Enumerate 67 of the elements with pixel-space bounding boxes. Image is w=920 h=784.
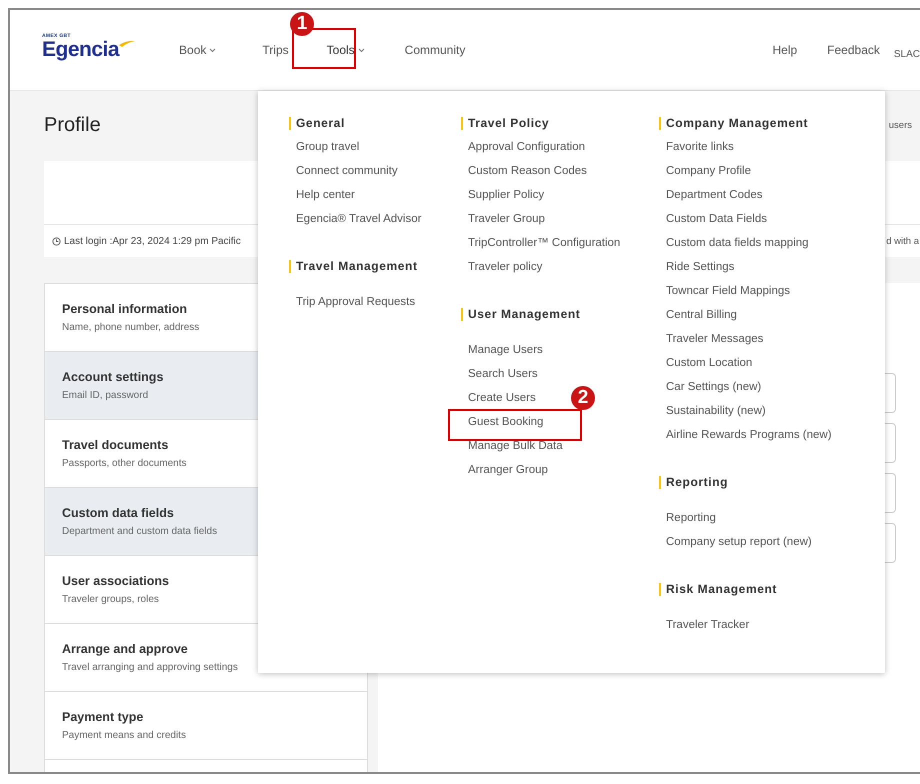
menu-section-title: Travel Policy [461, 117, 666, 130]
menu-item[interactable]: Custom Data Fields [666, 212, 767, 226]
logo[interactable]: Egencia [42, 39, 120, 61]
menu-item[interactable]: Connect community [296, 164, 398, 178]
menu-item[interactable]: TripController™ Configuration [468, 236, 620, 250]
menu-section-title: User Management [461, 308, 666, 321]
menu-item[interactable]: Traveler Messages [666, 332, 764, 346]
info-text: d with a [886, 236, 920, 246]
menu-item[interactable]: Company setup report (new) [666, 535, 812, 549]
nav-link[interactable]: Book [179, 43, 216, 57]
nav-link[interactable]: Tools [326, 43, 365, 57]
menu-item[interactable]: Reporting [666, 511, 716, 525]
menu-section-title: General [289, 117, 468, 130]
item-title: Personal information [62, 302, 188, 316]
menu-item[interactable]: Group travel [296, 140, 360, 154]
menu-item[interactable]: Company Profile [666, 164, 752, 178]
item-subtitle: Passports, other documents [62, 458, 187, 469]
menu-item[interactable]: Help center [296, 188, 355, 202]
menu-item[interactable]: Guest Booking [468, 415, 544, 429]
item-subtitle: Travel arranging and approving settings [62, 662, 238, 673]
clock-icon [52, 236, 61, 246]
menu-item[interactable]: Custom Location [666, 356, 752, 370]
item-subtitle: Payment means and credits [62, 730, 186, 741]
item-title: Arrange and approve [62, 642, 188, 656]
menu-item[interactable]: Approval Configuration [468, 140, 585, 154]
menu-item[interactable]: Towncar Field Mappings [666, 284, 790, 298]
menu-item[interactable]: Custom Reason Codes [468, 164, 587, 178]
header-text: users [888, 120, 913, 130]
page-title: Profile [44, 114, 101, 136]
item-title: Account settings [62, 370, 164, 384]
menu-item[interactable]: Favorite links [666, 140, 734, 154]
item-title: Payment type [62, 710, 144, 724]
menu-section-title: Risk Management [659, 583, 885, 596]
menu-item[interactable]: Arranger Group [468, 463, 548, 477]
header-link[interactable]: Help [772, 43, 798, 57]
item-title: Travel documents [62, 438, 168, 452]
menu-item[interactable]: Manage Bulk Data [468, 439, 563, 453]
menu-item[interactable]: Custom data fields mapping [666, 236, 809, 250]
account-link[interactable]: SLAC [894, 48, 920, 60]
menu-item[interactable]: Egencia® Travel Advisor [296, 212, 422, 226]
menu-item[interactable]: Traveler Group [468, 212, 545, 226]
menu-item[interactable]: Traveler Tracker [666, 618, 750, 632]
item-subtitle: Traveler groups, roles [62, 594, 159, 605]
menu-item[interactable]: Central Billing [666, 308, 737, 322]
menu-item[interactable]: Manage Users [468, 343, 543, 357]
swoosh-icon [119, 39, 136, 47]
menu-item[interactable]: Supplier Policy [468, 188, 544, 202]
item-title: Custom data fields [62, 506, 174, 520]
menu-item[interactable]: Airline Rewards Programs (new) [666, 428, 832, 442]
item-subtitle: Email ID, password [62, 390, 148, 401]
nav-link[interactable]: Community [404, 43, 466, 57]
menu-item[interactable]: Search Users [468, 367, 538, 381]
menu-item[interactable]: Create Users [468, 391, 536, 405]
header-link[interactable]: Feedback [827, 43, 880, 57]
menu-section-title: Company Management [659, 117, 885, 130]
menu-section-title: Travel Management [289, 260, 468, 273]
nav-link[interactable]: Trips [262, 43, 289, 57]
item-title: User associations [62, 574, 169, 588]
item-subtitle: Name, phone number, address [62, 322, 200, 333]
menu-item[interactable]: Department Codes [666, 188, 763, 202]
menu-section-title: Reporting [659, 476, 885, 489]
menu-item[interactable]: Ride Settings [666, 260, 734, 274]
last-login-text: Last login :Apr 23, 2024 1:29 pm Pacific [52, 236, 241, 246]
menu-item[interactable]: Sustainability (new) [666, 404, 766, 418]
menu-item[interactable]: Car Settings (new) [666, 380, 762, 394]
menu-item[interactable]: Traveler policy [468, 260, 542, 274]
item-subtitle: Department and custom data fields [62, 526, 218, 537]
